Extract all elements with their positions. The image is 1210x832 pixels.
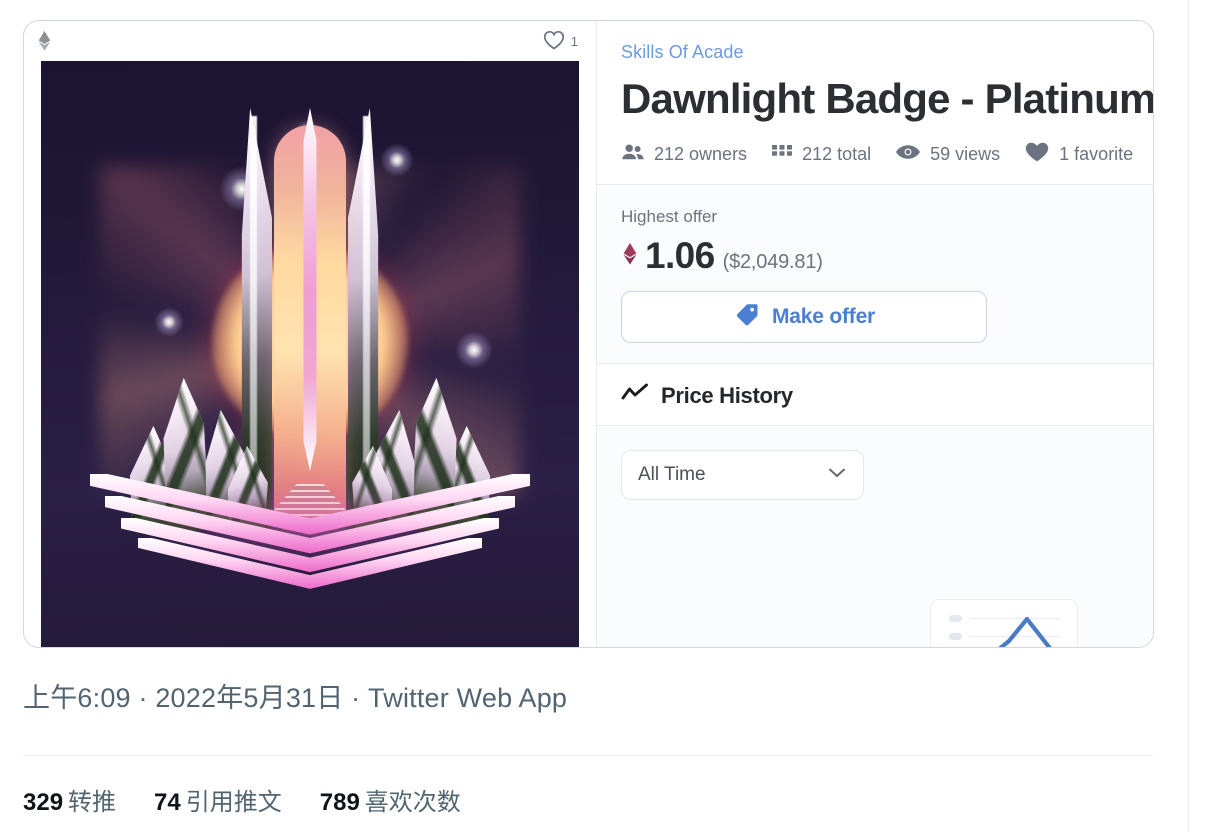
artwork-neon-platform [75,473,545,606]
asset-image-wrap [24,61,596,647]
retweet-label: 转推 [68,789,117,816]
like-count: 789 [319,789,360,816]
stat-views: 59 views [895,142,1000,167]
stat-total-label: 212 total [802,144,872,164]
ethereum-diamond-icon [38,31,51,51]
make-offer-button[interactable]: Make offer [621,291,987,343]
people-icon [621,142,645,167]
time-range-value: All Time [638,464,706,485]
like-label: 喜欢次数 [364,789,461,816]
favorite-indicator[interactable]: 1 [543,30,578,53]
stat-owners: 212 owners [621,142,747,167]
price-history-section: Price History All Time [597,364,1153,647]
heart-filled-icon [1024,141,1050,168]
asset-topbar: 1 [24,21,596,61]
retweet-stat[interactable]: 329 转推 [23,782,116,817]
detail-header: Skills Of Acade Dawnlight Badge - Platin… [597,21,1153,185]
price-tag-icon [733,302,760,333]
asset-preview-pane: 1 [24,21,597,647]
collection-link[interactable]: Skills Of Acade [621,41,744,63]
highest-offer-price-row: 1.06 ($2,049.81) [621,235,1129,277]
quote-tweet-stat[interactable]: 74 引用推文 [154,782,282,817]
quote-tweet-label: 引用推文 [185,789,282,816]
heart-outline-icon [543,30,565,53]
ethereum-diamond-icon [623,242,637,270]
tweet-engagement-row: 329 转推 74 引用推文 789 喜欢次数 [23,782,461,817]
highest-offer-usd: ($2,049.81) [722,251,823,273]
like-stat[interactable]: 789 喜欢次数 [320,782,461,817]
tweet-divider [23,755,1154,756]
price-chart-preview[interactable] [930,599,1078,647]
stat-total: 212 total [771,142,871,167]
price-history-header: Price History [597,364,1153,426]
price-history-body: All Time [597,426,1153,647]
stat-views-label: 59 views [930,144,1001,164]
highest-offer-label: Highest offer [621,207,718,226]
line-chart-preview-icon [949,615,1061,647]
chevron-down-icon [827,466,847,485]
asset-detail-pane: Skills Of Acade Dawnlight Badge - Platin… [597,21,1153,647]
highest-offer-section: Highest offer 1.06 ($2,049.81) Make offe… [597,185,1153,364]
retweet-count: 329 [23,789,64,816]
artwork-sparkle [153,307,184,338]
make-offer-label: Make offer [771,305,876,328]
nft-embed-card[interactable]: 1 Skills Of Acade Dawnlight Badge - Plat… [23,20,1154,648]
eye-icon [895,142,921,167]
stat-owners-label: 212 owners [654,144,748,164]
asset-stats-row: 212 owners 212 total 59 views 1 favorite [621,141,1133,168]
asset-artwork[interactable] [41,61,579,647]
time-range-select[interactable]: All Time [621,450,864,500]
neon-chevron [138,537,482,600]
asset-title: Dawnlight Badge - Platinum [621,75,1154,122]
trend-line-icon [621,382,649,409]
quote-tweet-count: 74 [154,789,181,816]
favorite-count: 1 [570,33,578,49]
grid-icon [771,142,793,167]
price-history-title: Price History [661,382,793,408]
page-right-border [1188,0,1189,832]
stat-favorites: 1 favorite [1024,141,1133,168]
monument-blade [303,107,317,471]
highest-offer-amount: 1.06 [645,235,715,276]
stat-favorites-label: 1 favorite [1059,144,1134,164]
tweet-timestamp-source: 上午6:09 · 2022年5月31日 · Twitter Web App [23,683,568,713]
